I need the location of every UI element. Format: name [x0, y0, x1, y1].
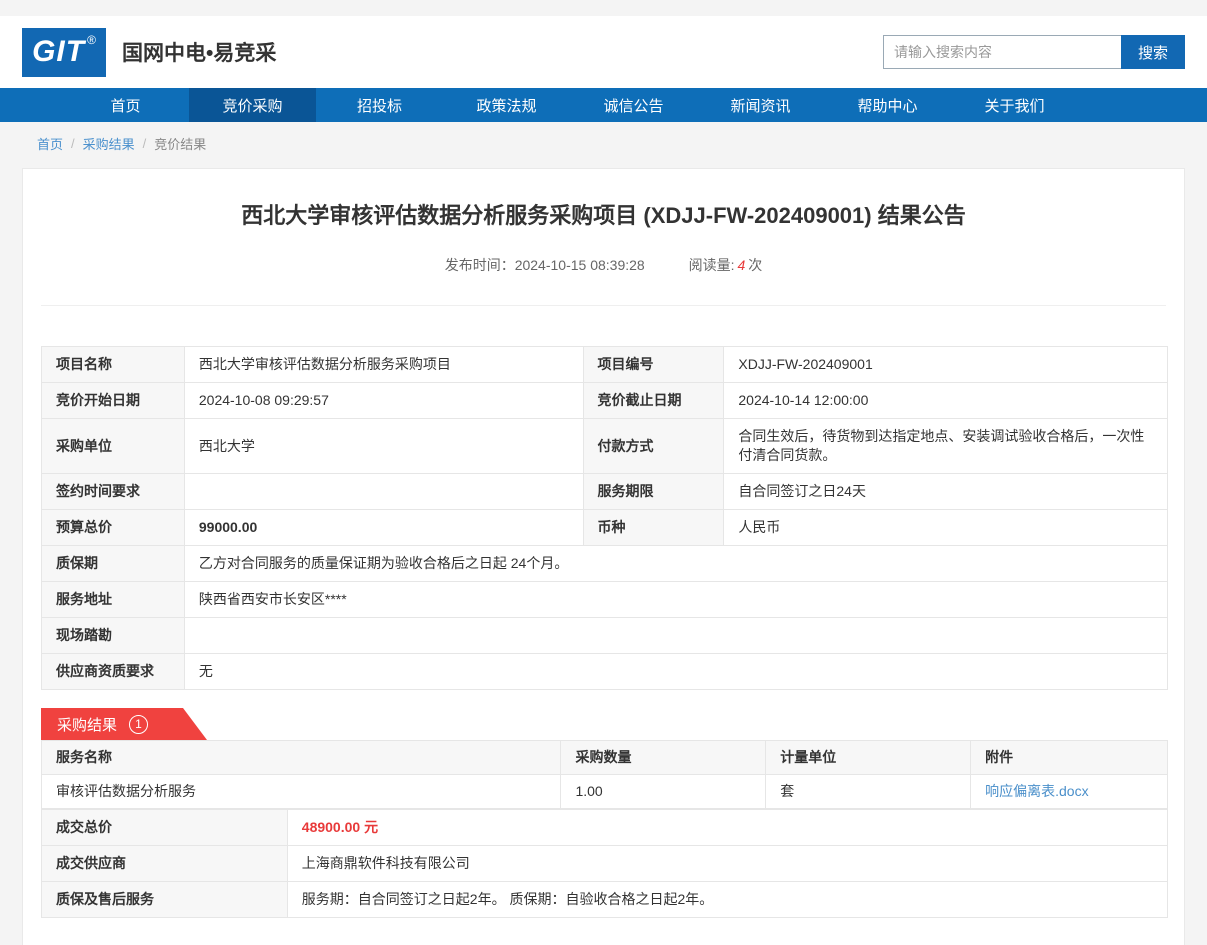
- warranty-after-sales: 服务期：自合同签订之日起2年。 质保期：自验收合格之日起2年。: [287, 882, 1167, 918]
- field-label: 竞价开始日期: [42, 383, 185, 419]
- result-tab-label: 采购结果: [57, 714, 117, 735]
- field-value: XDJJ-FW-202409001: [724, 347, 1168, 383]
- breadcrumb-separator: /: [71, 136, 75, 151]
- publish-time-label: 发布时间：: [445, 257, 515, 273]
- result-count-badge: 1: [129, 715, 148, 734]
- field-value: 陕西省西安市长安区****: [184, 582, 1167, 618]
- field-label: 签约时间要求: [42, 474, 185, 510]
- view-count-label: 阅读量:: [689, 257, 735, 273]
- service-name: 审核评估数据分析服务: [42, 775, 561, 809]
- table-row: 服务地址 陕西省西安市长安区****: [42, 582, 1168, 618]
- breadcrumb-section[interactable]: 采购结果: [83, 134, 135, 153]
- field-label: 成交总价: [42, 810, 288, 846]
- table-row: 供应商资质要求 无: [42, 654, 1168, 690]
- table-row: 质保期 乙方对合同服务的质量保证期为验收合格后之日起 24个月。: [42, 546, 1168, 582]
- field-label: 服务地址: [42, 582, 185, 618]
- table-header-row: 服务名称 采购数量 计量单位 附件: [42, 741, 1168, 775]
- field-value: 合同生效后，待货物到达指定地点、安装调试验收合格后，一次性付清合同货款。: [724, 419, 1168, 474]
- announcement-card: 西北大学审核评估数据分析服务采购项目 (XDJJ-FW-202409001) 结…: [22, 168, 1185, 945]
- main-nav: 首页 竞价采购 招投标 政策法规 诚信公告 新闻资讯 帮助中心 关于我们: [0, 88, 1207, 122]
- field-label: 竞价截止日期: [583, 383, 724, 419]
- top-strip: [0, 0, 1207, 16]
- search-bar: 搜索: [883, 35, 1185, 69]
- publish-time-value: 2024-10-15 08:39:28: [515, 257, 645, 273]
- breadcrumb: 首页 / 采购结果 / 竞价结果: [0, 122, 1207, 164]
- field-value: [184, 474, 583, 510]
- deal-total-price: 48900.00 元: [287, 810, 1167, 846]
- column-header-quantity: 采购数量: [561, 741, 766, 775]
- table-row: 项目名称 西北大学审核评估数据分析服务采购项目 项目编号 XDJJ-FW-202…: [42, 347, 1168, 383]
- field-label: 项目编号: [583, 347, 724, 383]
- field-label: 采购单位: [42, 419, 185, 474]
- nav-item-home[interactable]: 首页: [62, 88, 189, 122]
- site-logo[interactable]: GIT ®: [22, 28, 106, 77]
- field-label: 成交供应商: [42, 846, 288, 882]
- budget-total-value: 99000.00: [184, 510, 583, 546]
- table-row: 竞价开始日期 2024-10-08 09:29:57 竞价截止日期 2024-1…: [42, 383, 1168, 419]
- page-title: 西北大学审核评估数据分析服务采购项目 (XDJJ-FW-202409001) 结…: [41, 201, 1166, 231]
- field-label: 现场踏勘: [42, 618, 185, 654]
- field-label: 付款方式: [583, 419, 724, 474]
- field-value: 乙方对合同服务的质量保证期为验收合格后之日起 24个月。: [184, 546, 1167, 582]
- brand-title: 国网中电•易竞采: [122, 37, 276, 67]
- nav-item-integrity-notice[interactable]: 诚信公告: [570, 88, 697, 122]
- nav-item-policy[interactable]: 政策法规: [443, 88, 570, 122]
- field-label: 币种: [583, 510, 724, 546]
- field-value: 人民币: [724, 510, 1168, 546]
- attachment-link[interactable]: 响应偏离表.docx: [985, 783, 1088, 799]
- field-label: 预算总价: [42, 510, 185, 546]
- measure-unit: 套: [766, 775, 971, 809]
- search-input[interactable]: [883, 35, 1121, 69]
- purchase-quantity: 1.00: [561, 775, 766, 809]
- column-header-attachment: 附件: [971, 741, 1168, 775]
- nav-item-about-us[interactable]: 关于我们: [951, 88, 1078, 122]
- table-row: 签约时间要求 服务期限 自合同签订之日24天: [42, 474, 1168, 510]
- nav-item-tender[interactable]: 招投标: [316, 88, 443, 122]
- field-label: 项目名称: [42, 347, 185, 383]
- field-value: 自合同签订之日24天: [724, 474, 1168, 510]
- nav-item-news[interactable]: 新闻资讯: [697, 88, 824, 122]
- field-label: 服务期限: [583, 474, 724, 510]
- logo-text: GIT: [32, 35, 85, 69]
- registered-trademark-icon: ®: [87, 33, 96, 47]
- view-count-value: 4: [737, 257, 745, 273]
- table-row: 成交总价 48900.00 元: [42, 810, 1168, 846]
- result-summary-table: 成交总价 48900.00 元 成交供应商 上海商鼎软件科技有限公司 质保及售后…: [41, 809, 1168, 918]
- field-value: [184, 618, 1167, 654]
- field-value: 西北大学: [184, 419, 583, 474]
- table-row: 成交供应商 上海商鼎软件科技有限公司: [42, 846, 1168, 882]
- project-info-table: 项目名称 西北大学审核评估数据分析服务采购项目 项目编号 XDJJ-FW-202…: [41, 346, 1168, 690]
- publish-time: 发布时间：2024-10-15 08:39:28: [445, 257, 645, 273]
- field-label: 供应商资质要求: [42, 654, 185, 690]
- view-count: 阅读量:4次: [689, 257, 763, 273]
- field-label: 质保及售后服务: [42, 882, 288, 918]
- search-button[interactable]: 搜索: [1121, 35, 1185, 69]
- winning-supplier: 上海商鼎软件科技有限公司: [287, 846, 1167, 882]
- table-row: 采购单位 西北大学 付款方式 合同生效后，待货物到达指定地点、安装调试验收合格后…: [42, 419, 1168, 474]
- column-header-service-name: 服务名称: [42, 741, 561, 775]
- procurement-result-tab: 采购结果 1: [41, 708, 207, 740]
- breadcrumb-separator: /: [143, 136, 147, 151]
- table-row: 现场踏勘: [42, 618, 1168, 654]
- table-row: 质保及售后服务 服务期：自合同签订之日起2年。 质保期：自验收合格之日起2年。: [42, 882, 1168, 918]
- field-value: 2024-10-08 09:29:57: [184, 383, 583, 419]
- breadcrumb-current: 竞价结果: [154, 134, 206, 153]
- field-value: 西北大学审核评估数据分析服务采购项目: [184, 347, 583, 383]
- field-value: 无: [184, 654, 1167, 690]
- view-count-unit: 次: [748, 257, 762, 273]
- table-row: 预算总价 99000.00 币种 人民币: [42, 510, 1168, 546]
- field-label: 质保期: [42, 546, 185, 582]
- announcement-meta: 发布时间：2024-10-15 08:39:28 阅读量:4次: [41, 255, 1166, 306]
- nav-item-help-center[interactable]: 帮助中心: [824, 88, 951, 122]
- breadcrumb-home[interactable]: 首页: [37, 134, 63, 153]
- field-value: 2024-10-14 12:00:00: [724, 383, 1168, 419]
- result-items-table: 服务名称 采购数量 计量单位 附件 审核评估数据分析服务 1.00 套 响应偏离…: [41, 740, 1168, 809]
- table-row: 审核评估数据分析服务 1.00 套 响应偏离表.docx: [42, 775, 1168, 809]
- column-header-unit: 计量单位: [766, 741, 971, 775]
- site-header: GIT ® 国网中电•易竞采 搜索: [0, 16, 1207, 88]
- nav-item-bidding-procurement[interactable]: 竞价采购: [189, 88, 316, 122]
